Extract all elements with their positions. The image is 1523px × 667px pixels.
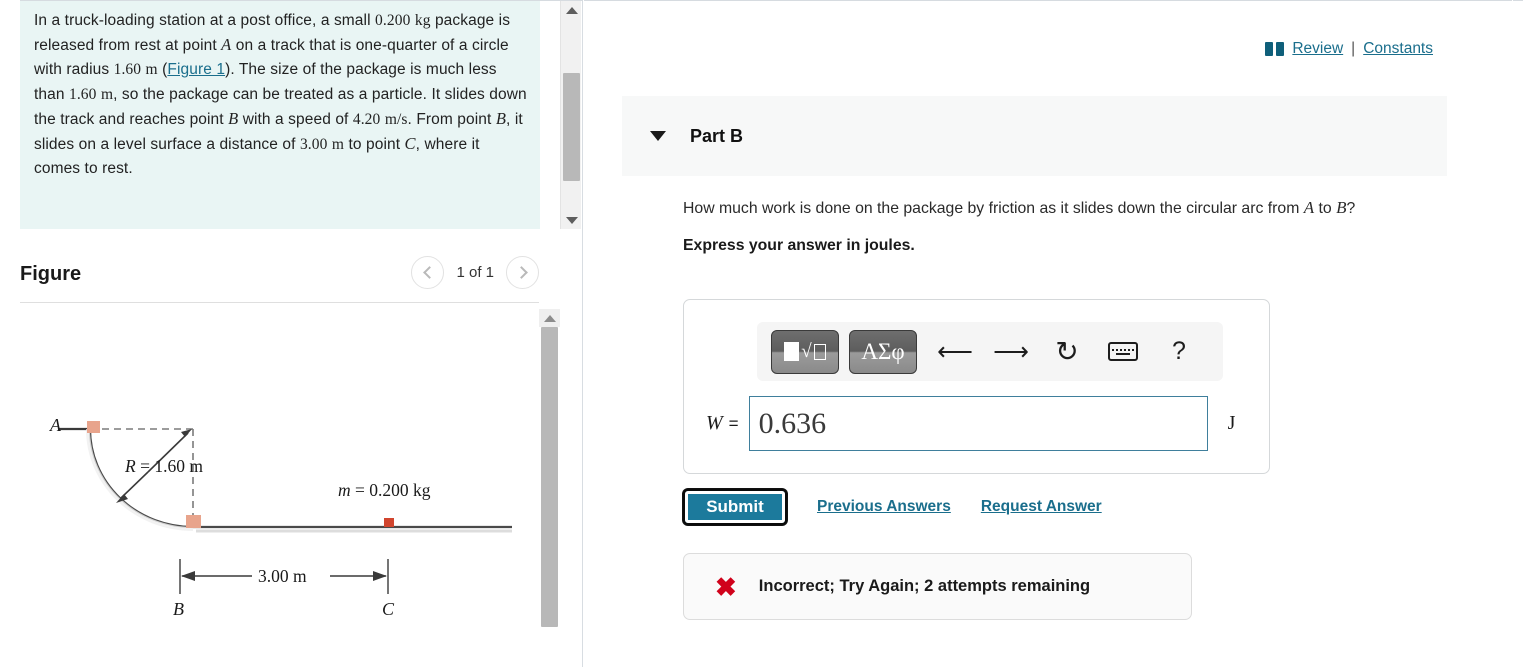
problem-statement-text: In a truck-loading station at a post off… xyxy=(34,9,528,181)
keyboard-icon[interactable] xyxy=(1095,330,1151,374)
figure-scrollbar-thumb[interactable] xyxy=(541,327,558,627)
problem-seg-4: ( xyxy=(157,61,168,79)
physics-diagram-svg: A R = 1.60 m m = 0.200 kg 3.00 m B C xyxy=(49,415,512,619)
problem-point-a: A xyxy=(221,35,232,55)
express-instruction: Express your answer in joules. xyxy=(683,236,915,254)
answer-card: √ ΑΣφ ⟵ ⟶ ↻ ? W = J xyxy=(683,299,1270,474)
problem-statement-box: In a truck-loading station at a post off… xyxy=(20,1,540,229)
feedback-box: ✖ Incorrect; Try Again; 2 attempts remai… xyxy=(683,553,1192,620)
part-title: Part B xyxy=(690,125,744,146)
problem-mass-unit: kg xyxy=(414,12,431,29)
feedback-message: Incorrect; Try Again; 2 attempts remaini… xyxy=(758,577,1091,595)
constants-link[interactable]: Constants xyxy=(1363,40,1433,58)
figure-scrollbar[interactable] xyxy=(539,309,560,667)
answer-variable-label: W xyxy=(706,412,723,434)
question-text-2: to xyxy=(1314,200,1337,217)
problem-radius2-value: 1.60 xyxy=(68,85,97,103)
problem-radius2-unit: m xyxy=(100,85,114,103)
figure-label-mass: m = 0.200 kg xyxy=(338,480,431,500)
problem-seg-10: to point xyxy=(344,136,405,154)
problem-radius-value: 1.60 xyxy=(113,61,142,79)
question-var-b: B xyxy=(1336,198,1347,217)
answer-row: W = J xyxy=(706,396,1251,451)
chevron-right-icon xyxy=(514,266,528,279)
question-text-1: How much work is done on the package by … xyxy=(683,200,1304,217)
figure-title: Figure xyxy=(20,262,82,285)
triangle-up-icon xyxy=(565,6,578,14)
x-mark-icon: ✖ xyxy=(715,571,737,602)
part-b-header[interactable]: Part B xyxy=(622,96,1447,176)
figure-label-a: A xyxy=(49,415,62,435)
right-top-divider xyxy=(584,0,1523,1)
submit-button[interactable]: Submit xyxy=(683,489,787,525)
left-problem-panel: In a truck-loading station at a post off… xyxy=(0,0,583,667)
question-text: How much work is done on the package by … xyxy=(683,196,1453,221)
problem-scrollbar[interactable] xyxy=(560,1,581,229)
reset-circular-arrow-icon[interactable]: ↻ xyxy=(1039,330,1095,374)
figure-label-distance: 3.00 m xyxy=(258,566,307,586)
figure-next-button[interactable] xyxy=(506,256,539,289)
answer-input[interactable] xyxy=(748,396,1208,451)
review-constants-row: Review | Constants xyxy=(1265,40,1433,58)
figure-label-b: B xyxy=(173,599,184,619)
problem-distance-unit: m xyxy=(331,136,345,154)
caret-down-icon[interactable] xyxy=(650,131,666,141)
problem-seg-7: with a speed of xyxy=(238,110,353,128)
scroll-up-arrow[interactable] xyxy=(561,1,582,19)
math-template-button[interactable]: √ xyxy=(771,329,839,374)
problem-distance-value: 3.00 xyxy=(299,136,328,154)
figure-1-link[interactable]: Figure 1 xyxy=(167,61,225,78)
problem-point-b2: B xyxy=(495,108,507,128)
problem-line-1: In a truck-loading station at a post off… xyxy=(34,12,371,29)
question-var-a: A xyxy=(1303,198,1315,217)
math-toolbar: √ ΑΣφ ⟵ ⟶ ↻ ? xyxy=(757,322,1223,381)
chevron-left-icon xyxy=(423,266,436,279)
undo-arrow-icon[interactable]: ⟵ xyxy=(927,330,983,374)
link-separator: | xyxy=(1351,40,1356,57)
submit-row: Submit Previous Answers Request Answer xyxy=(683,489,1102,525)
problem-radius-unit: m xyxy=(145,61,158,79)
triangle-up-icon xyxy=(543,314,556,322)
figure-header: Figure 1 of 1 xyxy=(20,248,539,300)
previous-answers-link[interactable]: Previous Answers xyxy=(817,498,951,516)
right-answer-panel: Review | Constants Part B How much work … xyxy=(584,0,1523,667)
mastering-physics-page: In a truck-loading station at a post off… xyxy=(0,0,1523,667)
problem-point-c: C xyxy=(404,134,416,154)
redo-arrow-icon[interactable]: ⟶ xyxy=(983,330,1039,374)
book-icon xyxy=(1265,42,1285,56)
problem-speed-unit: m/s xyxy=(384,110,408,128)
answer-unit: J xyxy=(1227,412,1236,434)
equals-sign: = xyxy=(728,413,739,433)
help-button[interactable]: ? xyxy=(1151,330,1207,374)
request-answer-link[interactable]: Request Answer xyxy=(981,498,1102,516)
greek-symbols-button[interactable]: ΑΣφ xyxy=(849,329,917,374)
problem-mass-value: 0.200 xyxy=(375,12,411,29)
right-edge-line xyxy=(1512,0,1513,667)
figure-counter: 1 of 1 xyxy=(456,264,494,281)
math-template-icon: √ xyxy=(784,341,826,363)
triangle-down-icon xyxy=(565,216,578,224)
question-text-3: ? xyxy=(1346,200,1356,217)
figure-divider xyxy=(20,302,539,303)
problem-seg-8: . From point xyxy=(407,110,496,128)
figure-canvas: A R = 1.60 m m = 0.200 kg 3.00 m B C xyxy=(20,309,539,667)
scroll-down-arrow[interactable] xyxy=(561,211,582,229)
figure-label-c: C xyxy=(382,599,395,619)
scrollbar-thumb[interactable] xyxy=(563,73,580,181)
figure-label-radius: R = 1.60 m xyxy=(124,456,203,476)
figure-prev-button[interactable] xyxy=(411,256,445,289)
figure-navigation: 1 of 1 xyxy=(411,256,539,289)
question-block: How much work is done on the package by … xyxy=(683,196,1453,255)
review-link[interactable]: Review xyxy=(1292,40,1343,58)
figure-scroll-up-arrow[interactable] xyxy=(539,309,560,327)
problem-point-b: B xyxy=(228,108,239,128)
problem-speed-value: 4.20 xyxy=(352,110,381,128)
